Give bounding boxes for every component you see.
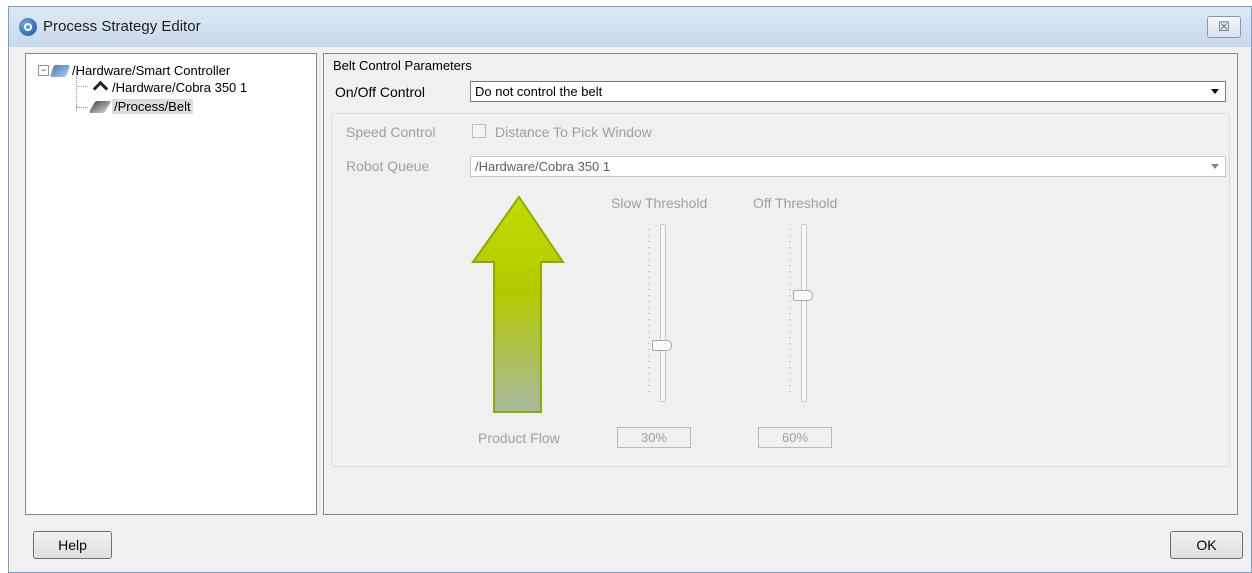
- robot-queue-select[interactable]: /Hardware/Cobra 350 1: [470, 156, 1226, 177]
- off-threshold-track[interactable]: [801, 224, 807, 402]
- help-button[interactable]: Help: [33, 531, 112, 559]
- tree-item-label: /Process/Belt: [112, 99, 193, 114]
- product-flow-label: Product Flow: [478, 430, 560, 446]
- off-threshold-label: Off Threshold: [753, 195, 838, 211]
- tree-view[interactable]: − /Hardware/Smart Controller /Hardware/C…: [25, 53, 317, 515]
- robot-icon: [92, 82, 108, 94]
- collapse-icon[interactable]: −: [38, 65, 49, 76]
- title-bar[interactable]: Process Strategy Editor ☒: [9, 7, 1251, 47]
- tree-item-label: /Hardware/Smart Controller: [72, 63, 231, 78]
- tree-item-label: /Hardware/Cobra 350 1: [112, 80, 248, 95]
- tree-connector: [76, 86, 88, 87]
- onoff-control-label: On/Off Control: [335, 84, 426, 100]
- tree-item-smart-controller[interactable]: − /Hardware/Smart Controller: [38, 63, 230, 78]
- off-threshold-slider-thumb[interactable]: [793, 290, 813, 301]
- onoff-control-select[interactable]: Do not control the belt: [470, 81, 1226, 102]
- slow-threshold-track[interactable]: [660, 224, 666, 402]
- slow-threshold-value: 30%: [617, 427, 691, 448]
- dropdown-arrow-icon: [1211, 164, 1219, 169]
- belt-icon: [88, 100, 112, 113]
- controller-icon: [49, 64, 71, 77]
- app-logo-icon: [19, 18, 37, 36]
- off-threshold-value: 60%: [758, 427, 832, 448]
- robot-queue-value: /Hardware/Cobra 350 1: [475, 159, 611, 174]
- close-button[interactable]: ☒: [1207, 16, 1241, 38]
- tree-item-cobra[interactable]: /Hardware/Cobra 350 1: [92, 80, 247, 95]
- group-title: Belt Control Parameters: [333, 58, 472, 73]
- distance-to-pick-window-checkbox[interactable]: [472, 124, 486, 138]
- dropdown-arrow-icon: [1211, 89, 1219, 94]
- window-title: Process Strategy Editor: [43, 18, 201, 35]
- belt-control-parameters-panel: Belt Control Parameters On/Off Control D…: [323, 53, 1238, 515]
- slider-ticks: [648, 229, 650, 396]
- tree-item-process-belt[interactable]: /Process/Belt: [88, 99, 193, 114]
- onoff-control-value: Do not control the belt: [475, 84, 603, 99]
- slow-threshold-slider-thumb[interactable]: [652, 339, 672, 351]
- tree-connector: [76, 107, 88, 108]
- slow-threshold-label: Slow Threshold: [611, 195, 708, 211]
- distance-to-pick-window-label: Distance To Pick Window: [495, 124, 652, 140]
- product-flow-arrow-icon: [471, 195, 565, 413]
- speed-control-label: Speed Control: [346, 124, 436, 140]
- slider-ticks: [789, 229, 791, 396]
- robot-queue-label: Robot Queue: [346, 158, 430, 174]
- ok-button[interactable]: OK: [1170, 531, 1243, 559]
